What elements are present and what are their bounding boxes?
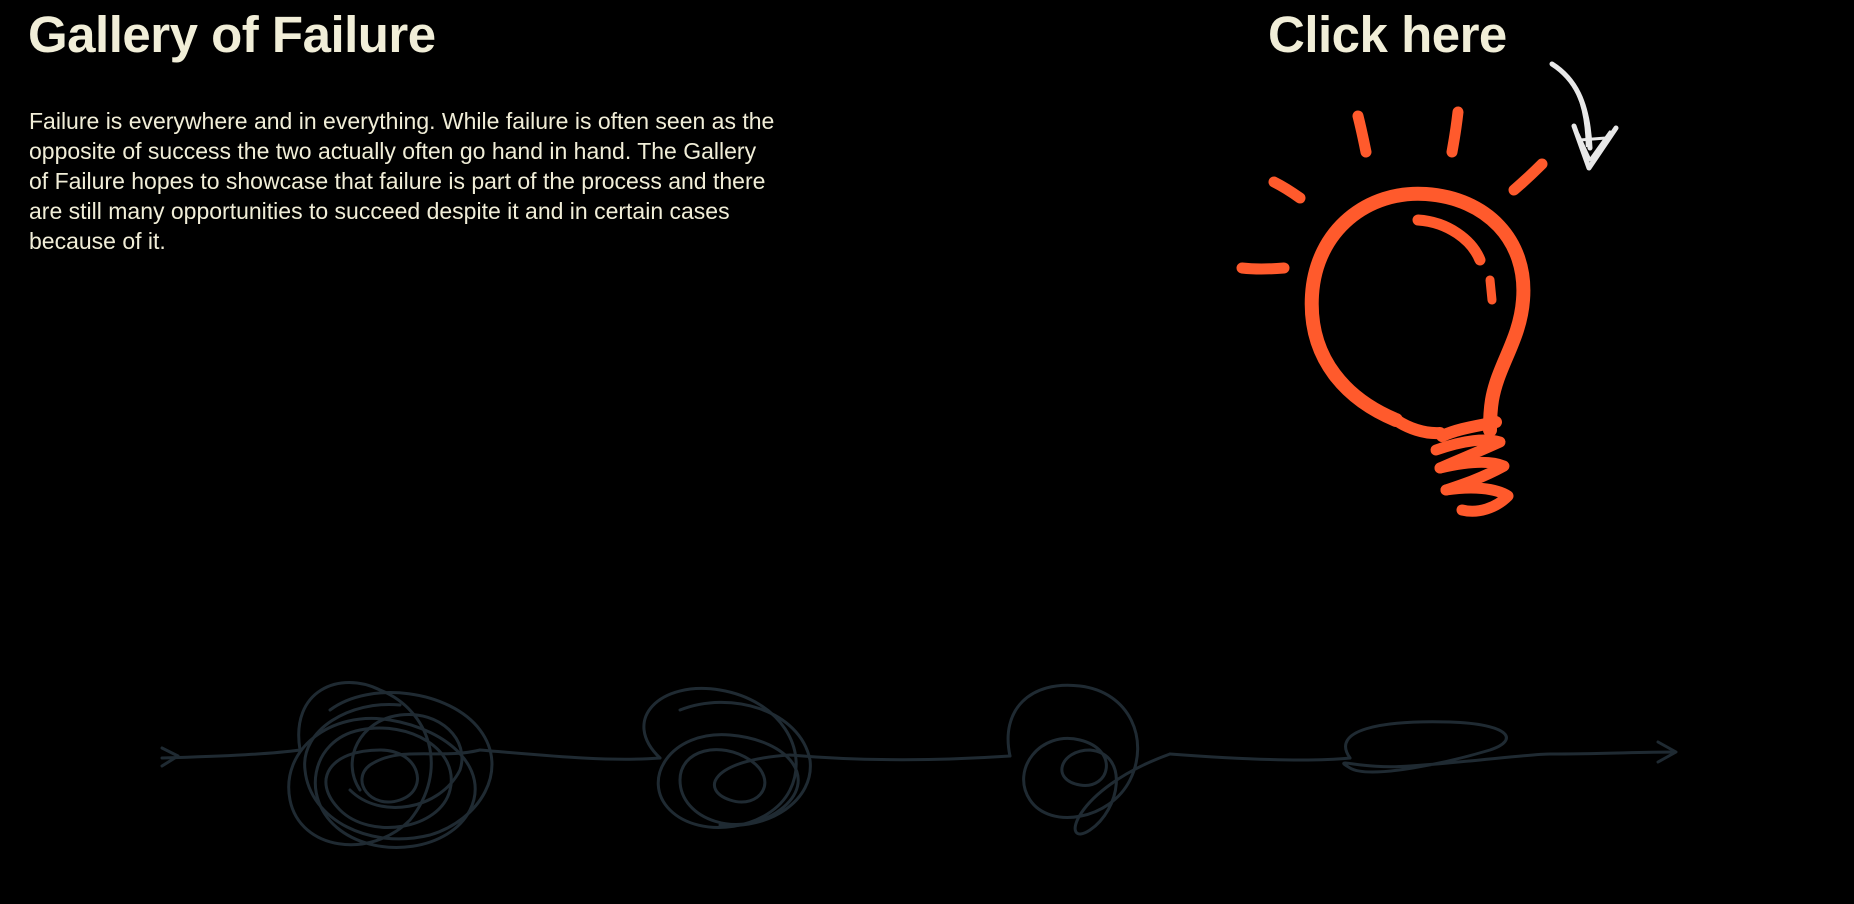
curved-arrow-icon xyxy=(1549,61,1619,171)
lightbulb-icon xyxy=(1236,106,1548,517)
lightbulb-button[interactable] xyxy=(1228,100,1558,520)
click-here-link[interactable]: Click here xyxy=(1268,4,1507,66)
page-title: Gallery of Failure xyxy=(28,6,436,63)
tangled-line-arrow-icon xyxy=(160,681,1678,849)
intro-paragraph: Failure is everywhere and in everything.… xyxy=(29,108,775,254)
